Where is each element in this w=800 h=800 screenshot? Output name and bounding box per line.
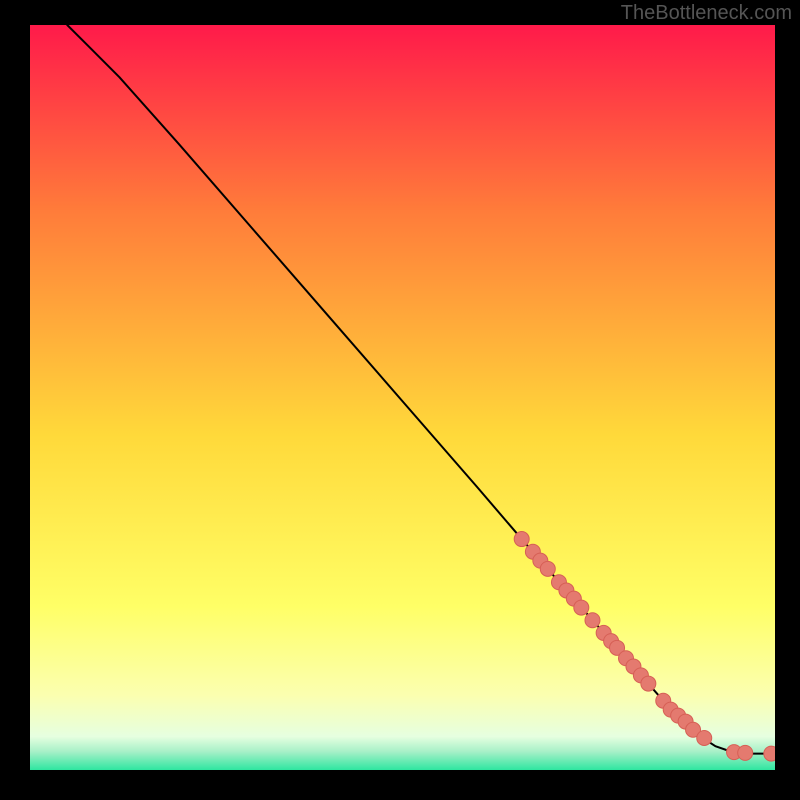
data-marker [585,613,600,628]
data-marker [641,676,656,691]
watermark-label: TheBottleneck.com [621,2,792,25]
data-marker [697,730,712,745]
plot-area [30,25,775,770]
data-marker [540,561,555,576]
data-marker [574,600,589,615]
data-marker [514,532,529,547]
plot-background [30,25,775,770]
data-marker [738,745,753,760]
data-marker [764,746,775,761]
chart-frame: TheBottleneck.com [0,0,800,800]
chart-svg [30,25,775,770]
